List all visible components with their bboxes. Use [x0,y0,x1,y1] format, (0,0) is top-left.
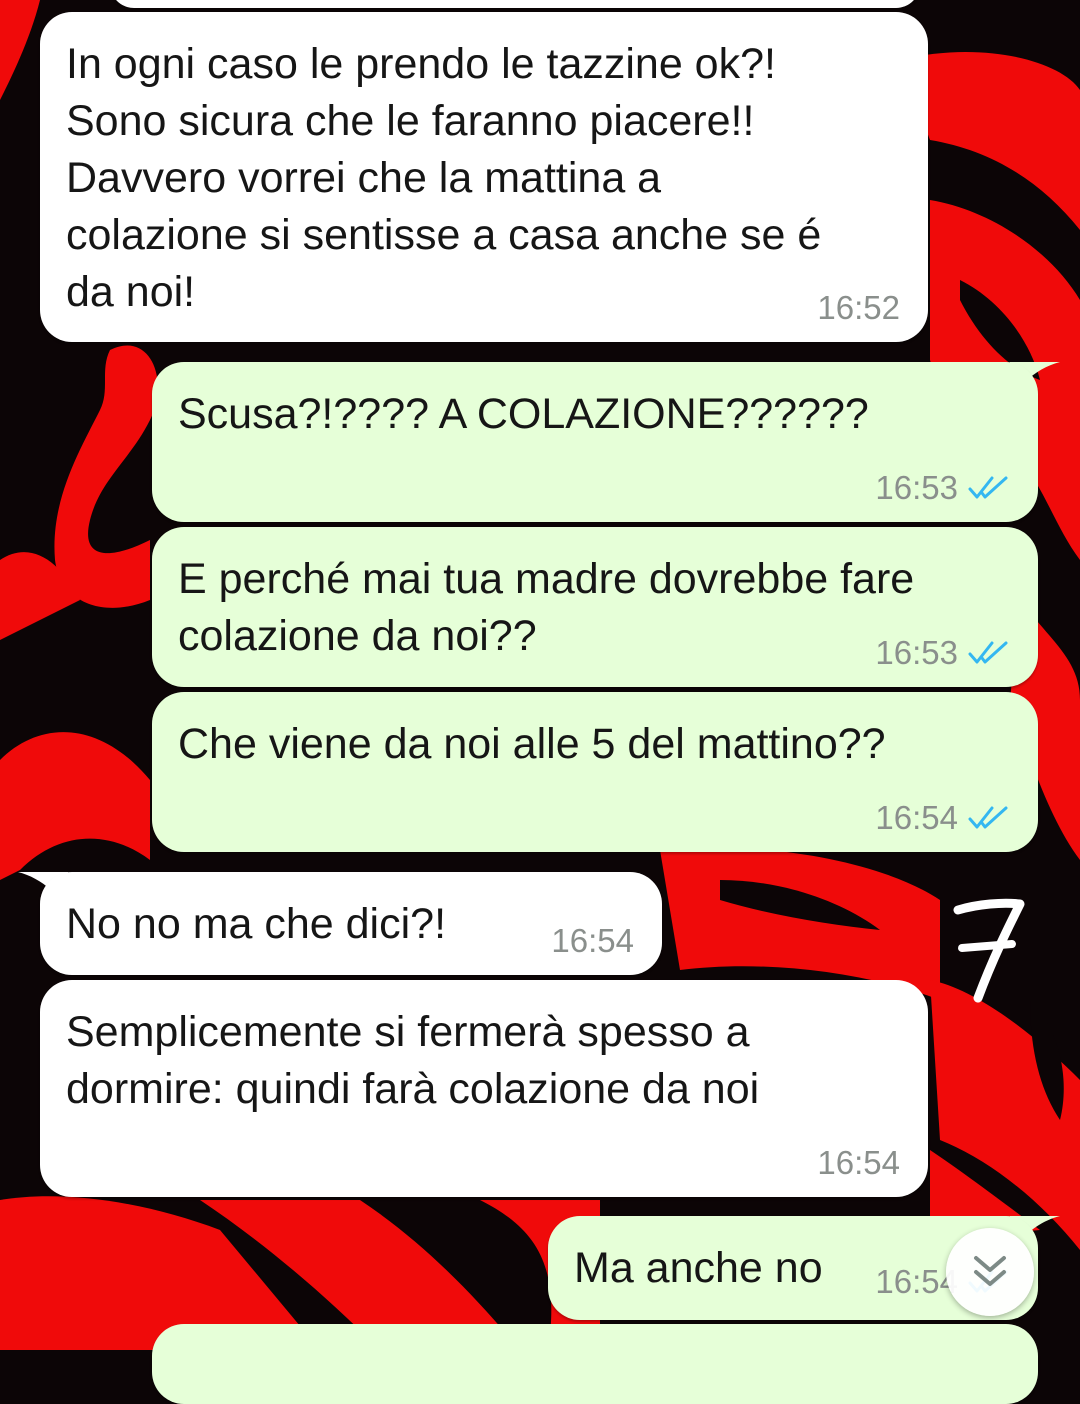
incoming-message-bubble[interactable]: No no ma che dici?! 16:54 [40,872,662,975]
message-time: 16:52 [817,289,900,326]
double-chevron-down-icon [974,1256,1006,1286]
message-meta: 16:53 [875,470,1010,506]
message-text: Che viene da noi alle 5 del mattino?? [178,720,886,768]
message-time: 16:54 [817,1144,900,1181]
message-text: In ogni caso le prendo le tazzine ok?! S… [66,40,822,316]
message-time: 16:53 [875,469,958,506]
read-receipt-icon [968,806,1008,829]
message-time: 16:54 [551,922,634,959]
read-receipt-icon [968,641,1008,664]
scroll-to-bottom-button[interactable] [946,1228,1034,1316]
message-meta: 16:54 [551,923,634,959]
outgoing-message-bubble[interactable]: Scusa?!???? A COLAZIONE?????? 16:53 [152,362,1038,522]
incoming-message-bubble[interactable]: In ogni caso le prendo le tazzine ok?! S… [40,12,928,342]
outgoing-message-bubble[interactable]: Che viene da noi alle 5 del mattino?? 16… [152,692,1038,852]
message-meta: 16:54 [817,1145,900,1181]
message-time: 16:54 [875,799,958,836]
message-text: Scusa?!???? A COLAZIONE?????? [178,390,869,438]
message-text: Semplicemente si fermerà spesso a dormir… [66,1008,760,1113]
outgoing-message-bubble[interactable]: E perché mai tua madre dovrebbe fare col… [152,527,1038,687]
message-time: 16:53 [875,634,958,671]
read-receipt-icon [968,476,1008,499]
next-message-bubble[interactable] [152,1324,1038,1404]
message-text: No no ma che dici?! [66,900,447,948]
incoming-message-bubble[interactable]: Semplicemente si fermerà spesso a dormir… [40,980,928,1197]
page-number-overlay [953,898,1025,1003]
message-text: Ma anche no [574,1244,823,1292]
previous-message-bubble[interactable] [110,0,920,8]
message-text: E perché mai tua madre dovrebbe fare col… [178,555,915,660]
message-meta: 16:53 [875,635,1010,671]
message-meta: 16:54 [875,800,1010,836]
message-meta: 16:52 [817,290,900,326]
